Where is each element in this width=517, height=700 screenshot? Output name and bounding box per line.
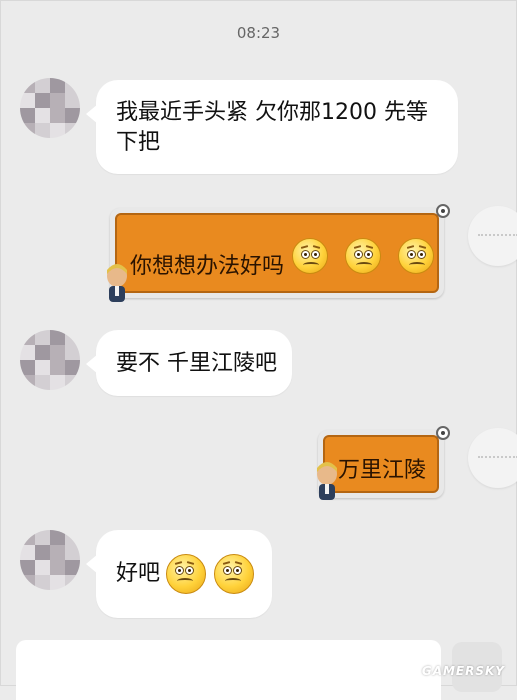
character-sticker-icon [107, 264, 127, 302]
message-text: 要不 千里江陵吧 [116, 351, 277, 376]
watermark: GAMERSKY [421, 664, 505, 678]
character-sticker-icon [317, 462, 337, 500]
self-avatar[interactable] [468, 428, 517, 488]
message-bubble-incoming[interactable]: 我最近手头紧 欠你那1200 先等 下把 [86, 80, 458, 174]
worried-face-icon [292, 238, 328, 274]
message-text: 你想想办法好吗 [130, 254, 285, 279]
contact-avatar[interactable] [20, 330, 80, 390]
pin-icon [436, 204, 450, 218]
contact-avatar[interactable] [20, 78, 80, 138]
message-text: 万里江陵 [338, 458, 427, 483]
message-bubble-incoming[interactable]: 要不 千里江陵吧 [86, 330, 292, 396]
worried-face-icon [214, 554, 255, 594]
worried-face-icon [166, 554, 207, 594]
contact-avatar[interactable] [20, 530, 80, 590]
message-bubble-incoming[interactable]: 好吧 [86, 530, 272, 618]
self-avatar[interactable] [468, 206, 517, 266]
message-text: 好吧 [116, 561, 161, 586]
message-text-line: 下把 [116, 130, 161, 155]
message-bubble-outgoing[interactable]: 你想想办法好吗 [110, 204, 450, 298]
pin-icon [436, 426, 450, 440]
message-input-field[interactable] [16, 640, 441, 700]
message-content: 好吧 [116, 554, 255, 594]
message-timestamp: 08:23 [236, 24, 281, 42]
worried-face-icon [345, 238, 382, 274]
emoji-group [286, 238, 435, 274]
message-text-line: 我最近手头紧 欠你那1200 先等 [116, 100, 428, 125]
worried-face-icon [398, 238, 435, 274]
